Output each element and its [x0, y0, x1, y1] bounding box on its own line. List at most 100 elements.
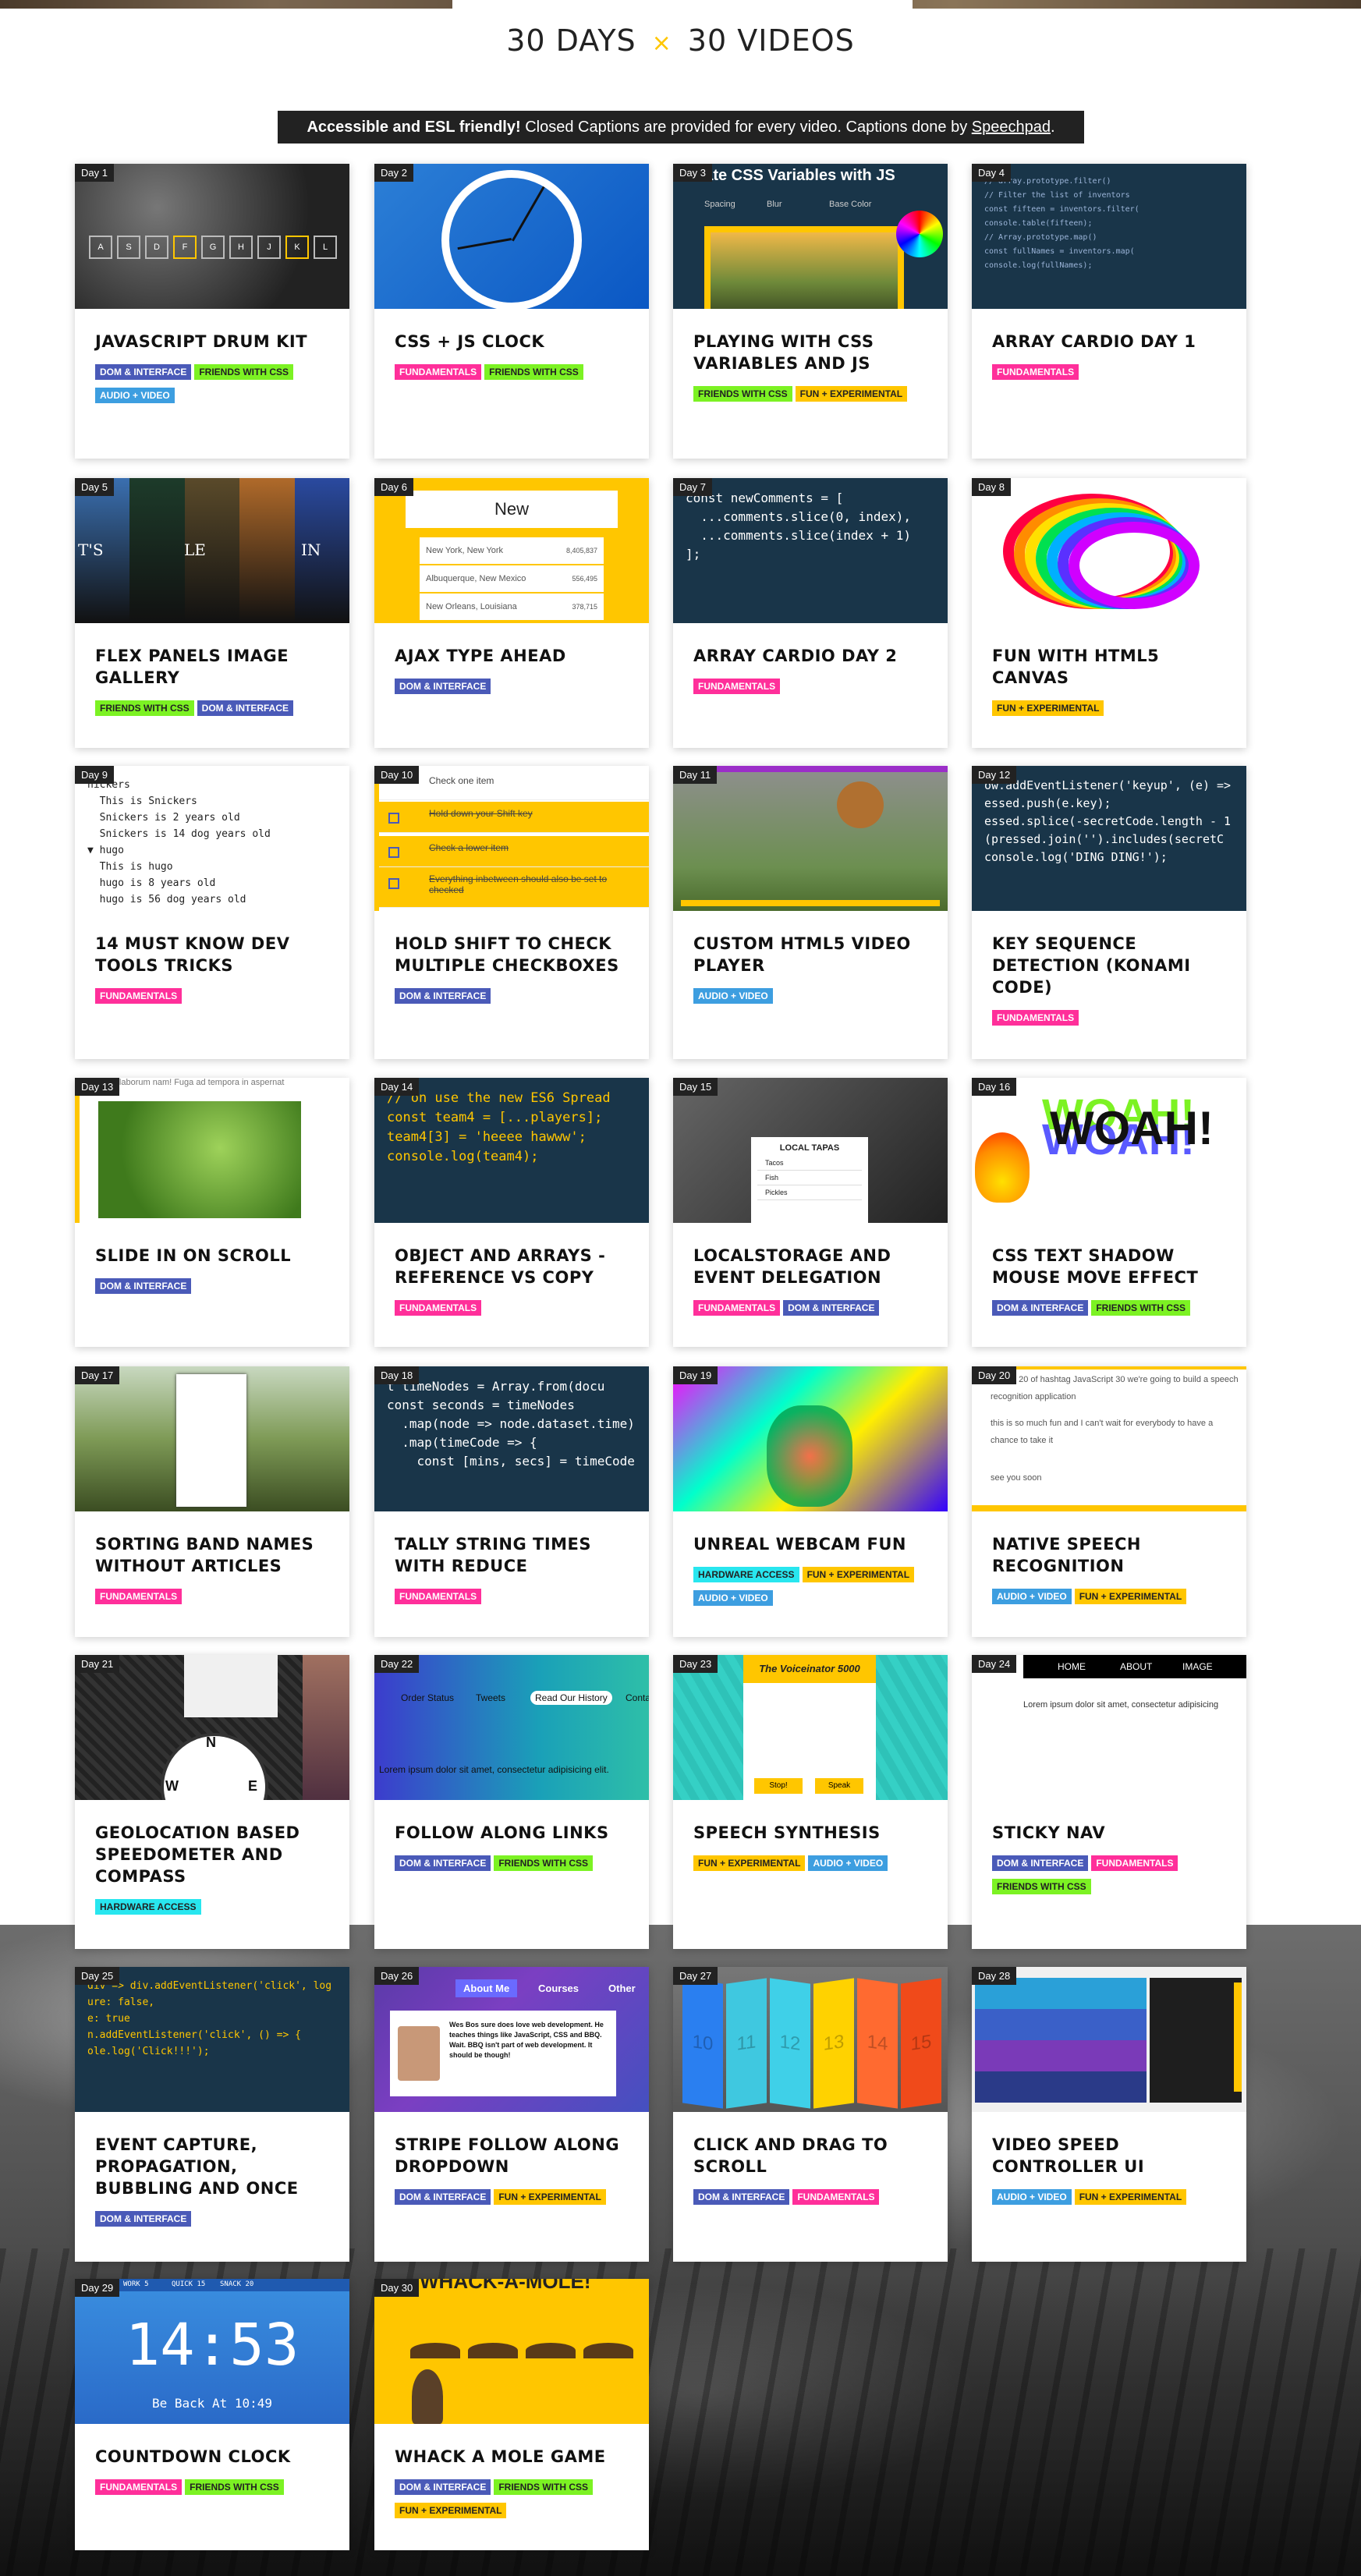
tag-dom[interactable]: DOM & INTERFACE — [95, 1278, 192, 1294]
project-card[interactable]: Check one item Hold down your Shift key Ch… — [374, 766, 649, 1059]
project-thumbnail[interactable]: div => div.addEventListener('click', log… — [75, 1967, 349, 2112]
project-card[interactable]: // array.prototype.filter() // Filter the… — [972, 164, 1246, 459]
tag-css[interactable]: FRIENDS WITH CSS — [494, 1855, 594, 1871]
project-card[interactable]: WORK 5 QUICK 15 SNACK 20 14:53 Be Back At 10… — [75, 2279, 349, 2550]
tag-dom[interactable]: DOM & INTERFACE — [197, 700, 294, 716]
tag-fun[interactable]: FUNDAMENTALS — [95, 1589, 183, 1604]
project-thumbnail[interactable]: The Voiceinator 5000 Stop! Speak Day 23 — [673, 1655, 948, 1800]
project-thumbnail[interactable]: nickers This is Snickers Snickers is 2 y… — [75, 766, 349, 911]
project-thumbnail[interactable]: Day 28 — [972, 1967, 1246, 2112]
project-title[interactable]: LocalStorage and Event Delegation — [673, 1223, 948, 1296]
tag-exp[interactable]: FUN + EXPERIMENTAL — [494, 2189, 606, 2205]
project-thumbnail[interactable]: WOAH! WOAH! WOAH! Day 16 — [972, 1078, 1246, 1223]
project-title[interactable]: Speech Synthesis — [673, 1800, 948, 1851]
project-thumbnail[interactable]: on day 20 of hashtag JavaScript 30 we're… — [972, 1366, 1246, 1511]
tag-dom[interactable]: DOM & INTERFACE — [395, 1855, 491, 1871]
project-thumbnail[interactable]: WORK 5 QUICK 15 SNACK 20 14:53 Be Back At 10… — [75, 2279, 349, 2424]
project-thumbnail[interactable]: // on use the new ES6 Spread const team4 … — [374, 1078, 649, 1223]
tag-exp[interactable]: FUN + EXPERIMENTAL — [992, 700, 1104, 716]
project-title[interactable]: Stripe Follow Along Dropdown — [374, 2112, 649, 2185]
project-thumbnail[interactable]: ow.addEventListener('keyup', (e) => essed… — [972, 766, 1246, 911]
tag-dom[interactable]: DOM & INTERFACE — [693, 2189, 790, 2205]
tag-dom[interactable]: DOM & INTERFACE — [783, 1300, 880, 1316]
tag-css[interactable]: FRIENDS WITH CSS — [185, 2479, 284, 2495]
tag-exp[interactable]: FUN + EXPERIMENTAL — [693, 1855, 806, 1871]
tag-dom[interactable]: DOM & INTERFACE — [395, 679, 491, 694]
project-thumbnail[interactable]: LOCAL TAPAS Tacos Fish Pickles Day 15 — [673, 1078, 948, 1223]
project-card[interactable]: nickers This is Snickers Snickers is 2 y… — [75, 766, 349, 1059]
project-title[interactable]: JavaScript Drum Kit — [75, 309, 349, 360]
project-thumbnail[interactable]: Day 17 — [75, 1366, 349, 1511]
project-title[interactable]: Tally String Times with Reduce — [374, 1511, 649, 1585]
project-title[interactable]: Playing with CSS Variables and JS — [673, 309, 948, 382]
tag-dom[interactable]: DOM & INTERFACE — [395, 988, 491, 1004]
tag-css[interactable]: FRIENDS WITH CSS — [992, 1879, 1091, 1894]
project-title[interactable]: Countdown Clock — [75, 2424, 349, 2475]
project-card[interactable]: const newComments = [ ...comments.slice(… — [673, 478, 948, 748]
project-card[interactable]: Day 8 Fun with HTML5 Canvas FUN + EXPERIME… — [972, 478, 1246, 748]
project-card[interactable]: Order Status Tweets Read Our History Conta L… — [374, 1655, 649, 1949]
tag-fun[interactable]: FUNDAMENTALS — [95, 988, 183, 1004]
project-thumbnail[interactable]: About Me Courses Other Wes Bos sure does lo… — [374, 1967, 649, 2112]
project-title[interactable]: Flex Panels Image Gallery — [75, 623, 349, 696]
project-thumbnail[interactable]: Order Status Tweets Read Our History Conta L… — [374, 1655, 649, 1800]
tag-css[interactable]: FRIENDS WITH CSS — [494, 2479, 594, 2495]
project-card[interactable]: WOAH! WOAH! WOAH! Day 16 CSS Text Shadow Mou… — [972, 1078, 1246, 1347]
tag-fun[interactable]: FUNDAMENTALS — [95, 2479, 183, 2495]
project-thumbnail[interactable]: t timeNodes = Array.from(docu const secon… — [374, 1366, 649, 1511]
project-thumbnail[interactable]: Check one item Hold down your Shift key Ch… — [374, 766, 649, 911]
project-card[interactable]: New New York, New York 8,405,837 Albuquerqu… — [374, 478, 649, 748]
project-card[interactable]: About Me Courses Other Wes Bos sure does lo… — [374, 1967, 649, 2262]
project-title[interactable]: Event Capture, Propagation, Bubbling and… — [75, 2112, 349, 2207]
tag-fun[interactable]: FUNDAMENTALS — [992, 1010, 1079, 1026]
tag-dom[interactable]: DOM & INTERFACE — [395, 2479, 491, 2495]
project-card[interactable]: // on use the new ES6 Spread const team4 … — [374, 1078, 649, 1347]
tag-css[interactable]: FRIENDS WITH CSS — [693, 386, 792, 402]
project-card[interactable]: Day 2 CSS + JS Clock FUNDAMENTALS FRIENDS W… — [374, 164, 649, 459]
project-thumbnail[interactable]: Day 19 — [673, 1366, 948, 1511]
project-title[interactable]: Array Cardio Day 1 — [972, 309, 1246, 360]
project-card[interactable]: LOCAL TAPAS Tacos Fish Pickles Day 15 LocalSt… — [673, 1078, 948, 1347]
project-thumbnail[interactable]: HOME ABOUT IMAGE Lorem ipsum dolor sit amet… — [972, 1655, 1246, 1800]
project-card[interactable]: div => div.addEventListener('click', log… — [75, 1967, 349, 2262]
tag-exp[interactable]: FUN + EXPERIMENTAL — [795, 386, 908, 402]
project-thumbnail[interactable]: Day 11 — [673, 766, 948, 911]
project-thumbnail[interactable]: Day 8 — [972, 478, 1246, 623]
project-card[interactable]: HOME ABOUT IMAGE Lorem ipsum dolor sit amet… — [972, 1655, 1246, 1949]
project-title[interactable]: Whack A Mole Game — [374, 2424, 649, 2475]
project-card[interactable]: T'S LE IN Day 5 Flex Panels Image Gallery FRI… — [75, 478, 349, 748]
project-card[interactable]: The Voiceinator 5000 Stop! Speak Day 23 Spee… — [673, 1655, 948, 1949]
project-title[interactable]: Fun with HTML5 Canvas — [972, 623, 1246, 696]
project-card[interactable]: t timeNodes = Array.from(docu const secon… — [374, 1366, 649, 1637]
tag-css[interactable]: FRIENDS WITH CSS — [95, 700, 194, 716]
project-title[interactable]: Key Sequence Detection (KONAMI CODE) — [972, 911, 1246, 1006]
tag-exp[interactable]: FUN + EXPERIMENTAL — [802, 1567, 915, 1582]
project-thumbnail[interactable]: quas laborum nam! Fuga ad tempora in asp… — [75, 1078, 349, 1223]
project-card[interactable]: 10 11 12 13 14 15 Day 27 Click and Drag to Scro… — [673, 1967, 948, 2262]
project-title[interactable]: CSS + JS Clock — [374, 309, 649, 360]
tag-hw[interactable]: HARDWARE ACCESS — [693, 1567, 799, 1582]
tag-dom[interactable]: DOM & INTERFACE — [95, 2211, 192, 2227]
project-title[interactable]: Slide in on Scroll — [75, 1223, 349, 1274]
tag-fun[interactable]: FUNDAMENTALS — [992, 364, 1079, 380]
project-card[interactable]: on day 20 of hashtag JavaScript 30 we're… — [972, 1366, 1246, 1637]
project-title[interactable]: Geolocation based Speedometer and Compas… — [75, 1800, 349, 1895]
project-card[interactable]: ow.addEventListener('keyup', (e) => essed… — [972, 766, 1246, 1059]
tag-dom[interactable]: DOM & INTERFACE — [992, 1300, 1089, 1316]
project-title[interactable]: Click and Drag to Scroll — [673, 2112, 948, 2185]
project-thumbnail[interactable]: WHACK-A-MOLE! Day 30 — [374, 2279, 649, 2424]
project-title[interactable]: Hold Shift to Check Multiple Checkboxes — [374, 911, 649, 984]
tag-exp[interactable]: FUN + EXPERIMENTAL — [395, 2503, 507, 2518]
project-thumbnail[interactable]: Day 2 — [374, 164, 649, 309]
project-thumbnail[interactable]: A S D F G H J K L Day 1 — [75, 164, 349, 309]
tag-fun[interactable]: FUNDAMENTALS — [395, 1300, 482, 1316]
project-card[interactable]: A S D F G H J K L Day 1 JavaScript Drum Kit DOM & I… — [75, 164, 349, 459]
tag-dom[interactable]: DOM & INTERFACE — [95, 364, 192, 380]
tag-av[interactable]: AUDIO + VIDEO — [992, 2189, 1072, 2205]
speechpad-link[interactable]: Speechpad — [972, 119, 1051, 136]
tag-fun[interactable]: FUNDAMENTALS — [395, 1589, 482, 1604]
project-card[interactable]: quas laborum nam! Fuga ad tempora in asp… — [75, 1078, 349, 1347]
project-card[interactable]: WHACK-A-MOLE! Day 30 Whack A Mole Game DOM … — [374, 2279, 649, 2550]
project-title[interactable]: Native Speech Recognition — [972, 1511, 1246, 1585]
project-title[interactable]: Sticky Nav — [972, 1800, 1246, 1851]
